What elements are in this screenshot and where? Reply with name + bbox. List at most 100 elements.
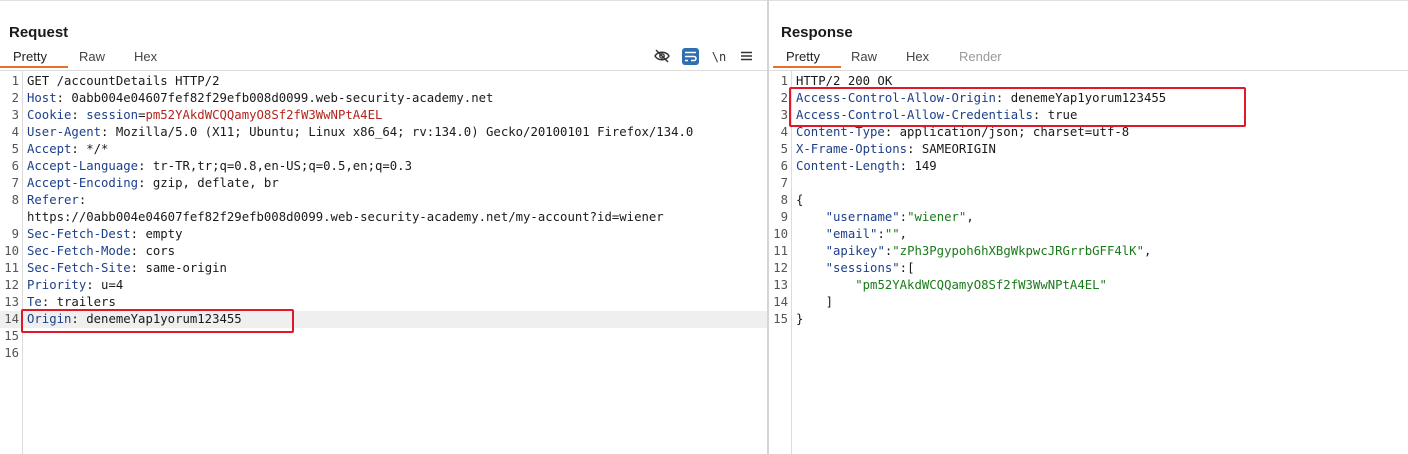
tab-hex[interactable]: Hex <box>134 49 157 64</box>
code-text: : cors <box>130 244 176 258</box>
code-line[interactable]: 16 <box>0 345 767 362</box>
code-line[interactable]: 3 Cookie: session=pm52YAkdWCQQamyO8Sf2fW3… <box>0 107 767 124</box>
code-line[interactable]: 7 Accept-Encoding: gzip, deflate, br <box>0 175 767 192</box>
code-line[interactable]: 11 "apikey":"zPh3Pgypoh6hXBgWkpwcJRGrrbG… <box>769 243 1408 260</box>
code-line[interactable]: 14 ] <box>769 294 1408 311</box>
line-number: 12 <box>773 261 788 275</box>
request-editor[interactable]: 1 GET /accountDetails HTTP/2 2 Host: 0abb00… <box>0 70 767 454</box>
line-number: 12 <box>4 278 19 292</box>
newline-toggle-icon[interactable]: \n <box>710 49 728 65</box>
tab-hex[interactable]: Hex <box>906 49 929 64</box>
tab-pretty[interactable]: Pretty <box>786 49 820 64</box>
line-number: 3 <box>780 108 788 122</box>
code-line[interactable]: 9 "username":"wiener", <box>769 209 1408 226</box>
code-text: : trailers <box>41 295 116 309</box>
line-number: 15 <box>4 329 19 343</box>
code-line[interactable]: 1 GET /accountDetails HTTP/2 <box>0 73 767 90</box>
code-text: : gzip, deflate, br <box>138 176 279 190</box>
code-text: : same-origin <box>130 261 227 275</box>
header-name: Sec-Fetch-Site <box>27 261 131 275</box>
code-line[interactable]: 11 Sec-Fetch-Site: same-origin <box>0 260 767 277</box>
code-text: HTTP/2 200 OK <box>796 74 893 88</box>
active-tab-underline <box>0 66 68 68</box>
tab-raw[interactable]: Raw <box>851 49 877 64</box>
code-line[interactable]: 4 User-Agent: Mozilla/5.0 (X11; Ubuntu; L… <box>0 124 767 141</box>
line-number: 6 <box>11 159 19 173</box>
code-text: : <box>71 108 87 122</box>
tab-render[interactable]: Render <box>959 49 1002 64</box>
code-line[interactable]: 8{ <box>769 192 1408 209</box>
header-name: Priority <box>27 278 87 292</box>
tab-pretty[interactable]: Pretty <box>13 49 47 64</box>
line-number: 7 <box>780 176 788 190</box>
line-number: 9 <box>11 227 19 241</box>
code-line[interactable]: 10 Sec-Fetch-Mode: cors <box>0 243 767 260</box>
line-number: 13 <box>4 295 19 309</box>
code-text: : 149 <box>899 159 937 173</box>
code-line[interactable]: 12 "sessions":[ <box>769 260 1408 277</box>
line-number: 6 <box>780 159 788 173</box>
code-line[interactable]: 2 Host: 0abb004e04607fef82f29efb008d0099.… <box>0 90 767 107</box>
request-title: Request <box>9 24 69 41</box>
line-content: Sec-Fetch-Site: same-origin <box>27 260 757 277</box>
hamburger-menu-icon[interactable] <box>737 49 755 65</box>
json-string: "pm52YAkdWCQQamyO8Sf2fW3WwNPtA4EL" <box>855 278 1107 292</box>
code-line[interactable]: 6 Content-Length: 149 <box>769 158 1408 175</box>
eye-slash-icon[interactable] <box>653 49 671 65</box>
code-line[interactable]: 8 Referer: <box>0 192 767 209</box>
tab-raw[interactable]: Raw <box>79 49 105 64</box>
header-name: session <box>86 108 139 122</box>
code-text: : <box>877 227 885 241</box>
code-line[interactable]: 10 "email":"", <box>769 226 1408 243</box>
code-text: : <box>899 210 908 224</box>
code-text: : Mozilla/5.0 (X11; Ubuntu; Linux x86_64… <box>101 125 694 139</box>
line-content: Cookie: session=pm52YAkdWCQQamyO8Sf2fW3W… <box>27 107 757 124</box>
header-name: Accept <box>27 142 72 156</box>
code-line[interactable]: 9 Sec-Fetch-Dest: empty <box>0 226 767 243</box>
json-key: "username" <box>825 210 900 224</box>
line-number: 1 <box>11 74 19 88</box>
code-line[interactable]: 5 Accept: */* <box>0 141 767 158</box>
code-line[interactable]: 12 Priority: u=4 <box>0 277 767 294</box>
response-editor[interactable]: 1 HTTP/2 200 OK 2 Access-Control-Allow-Orig… <box>769 70 1408 454</box>
json-key: "email" <box>825 227 878 241</box>
header-name: Content-Length <box>796 159 900 173</box>
origin-highlight-box <box>21 309 294 333</box>
code-line[interactable]: 13 "pm52YAkdWCQQamyO8Sf2fW3WwNPtA4EL" <box>769 277 1408 294</box>
header-name: Host <box>27 91 57 105</box>
line-content: "username":"wiener", <box>796 209 1398 226</box>
code-text: , <box>1143 244 1152 258</box>
code-line[interactable]: 5 X-Frame-Options: SAMEORIGIN <box>769 141 1408 158</box>
json-string: "" <box>884 227 900 241</box>
response-tabs: Pretty Raw Hex Render <box>769 46 1408 70</box>
wrap-lines-icon[interactable] <box>682 48 699 65</box>
header-name: Referer <box>27 193 79 207</box>
code-line[interactable]: 15} <box>769 311 1408 328</box>
line-content: Accept-Encoding: gzip, deflate, br <box>27 175 757 192</box>
header-name: Te <box>27 295 42 309</box>
json-string: "wiener" <box>907 210 967 224</box>
line-content: Content-Length: 149 <box>796 158 1398 175</box>
line-content: X-Frame-Options: SAMEORIGIN <box>796 141 1398 158</box>
header-name: Cookie <box>27 108 72 122</box>
line-content: Accept-Language: tr-TR,tr;q=0.8,en-US;q=… <box>27 158 757 175</box>
line-content: ] <box>796 294 1398 311</box>
code-text: : empty <box>130 227 183 241</box>
line-number: 14 <box>4 312 19 326</box>
code-text: : 0abb004e04607fef82f29efb008d0099.web-s… <box>56 91 494 105</box>
line-content: Host: 0abb004e04607fef82f29efb008d0099.w… <box>27 90 757 107</box>
line-number: 2 <box>11 91 19 105</box>
line-number: 11 <box>773 244 788 258</box>
code-line[interactable]: 7 <box>769 175 1408 192</box>
cors-headers-highlight-box <box>789 87 1246 127</box>
code-text: : tr-TR,tr;q=0.8,en-US;q=0.5,en;q=0.3 <box>138 159 412 173</box>
code-line[interactable]: 6 Accept-Language: tr-TR,tr;q=0.8,en-US;q… <box>0 158 767 175</box>
code-line[interactable]: https://0abb004e04607fef82f29efb008d0099… <box>0 209 767 226</box>
header-name: Sec-Fetch-Mode <box>27 244 131 258</box>
header-name: Accept-Language <box>27 159 139 173</box>
header-name: X-Frame-Options <box>796 142 908 156</box>
